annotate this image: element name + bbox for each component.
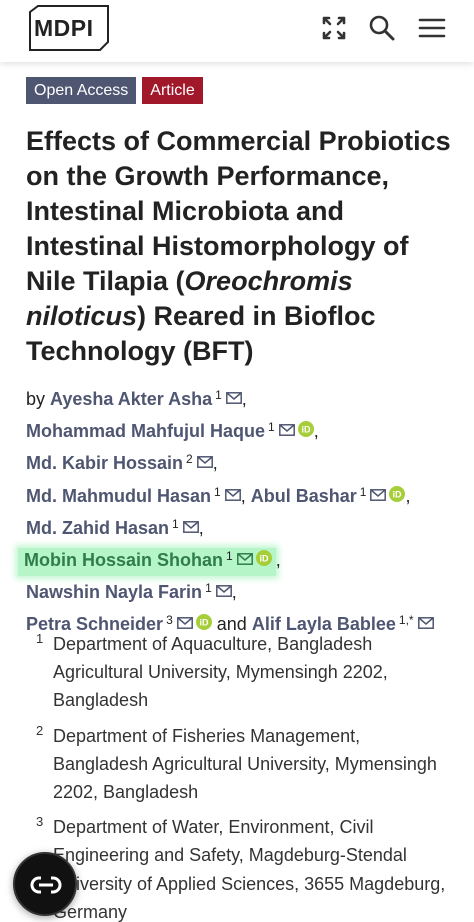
author-affil-sup: 2 (186, 452, 193, 467)
author-affil-sup: 1 (205, 581, 212, 596)
author-link[interactable]: Nawshin Nayla Farin (26, 582, 202, 602)
mdpi-logo[interactable]: MDPI (26, 4, 112, 54)
article-type-badge: Article (142, 77, 203, 104)
svg-text:iD: iD (199, 618, 209, 628)
email-icon[interactable] (370, 481, 387, 501)
orcid-icon[interactable]: iD (389, 482, 406, 502)
menu-icon[interactable] (417, 13, 447, 43)
open-access-badge[interactable]: Open Access (26, 77, 137, 104)
orcid-icon[interactable]: iD (195, 610, 212, 631)
author-affil-sup: 1 (226, 549, 233, 564)
affiliation-text: Department of Fisheries Management, Bang… (53, 725, 437, 803)
affiliation-number: 2 (36, 722, 44, 738)
author-affil-sup: 1 (215, 388, 222, 402)
affiliation-text: Department of Water, Environment, Civil … (53, 817, 446, 922)
search-icon[interactable] (367, 13, 397, 43)
link-icon (30, 876, 62, 894)
author-list: by Ayesha Akter Asha 1, Mohammad Mahfujul… (18, 381, 456, 639)
author-affil-sup: 1 (268, 420, 275, 435)
author-affil-sup: 1 (359, 484, 367, 499)
author-affil-sup: 1,* (398, 613, 414, 628)
email-icon[interactable] (225, 384, 242, 404)
expand-icon[interactable] (319, 13, 349, 43)
email-icon[interactable] (176, 609, 193, 630)
svg-text:iD: iD (301, 425, 311, 435)
article-badges: Open Access Article (26, 77, 203, 104)
email-icon[interactable] (417, 609, 434, 630)
by-label: by (26, 389, 46, 409)
email-icon[interactable] (236, 545, 253, 565)
highlighted-author: Mobin Hossain Shohan 1 iD (18, 545, 276, 577)
email-icon[interactable] (224, 481, 241, 501)
author-affil-sup: 3 (166, 613, 173, 628)
author-affil-sup: 1 (214, 484, 221, 499)
orcid-icon[interactable]: iD (255, 546, 272, 567)
author-link[interactable]: Ayesha Akter Asha (50, 389, 212, 409)
email-icon[interactable] (182, 513, 199, 533)
svg-text:iD: iD (393, 489, 403, 499)
author-affil-sup: 1 (172, 516, 179, 531)
author-link[interactable]: Mobin Hossain Shohan (24, 550, 223, 570)
author-link[interactable]: Md. Zahid Hasan (26, 518, 169, 538)
top-header: MDPI (0, 0, 474, 62)
article-title: Effects of Commercial Probiotics on the … (26, 124, 456, 369)
orcid-icon[interactable]: iD (297, 417, 314, 438)
email-icon[interactable] (215, 577, 232, 598)
affiliation-item: 1 Department of Aquaculture, Bangladesh … (26, 630, 456, 715)
author-link[interactable]: Mohammad Mahfujul Haque (26, 421, 265, 441)
svg-text:iD: iD (259, 554, 269, 564)
email-icon[interactable] (278, 416, 295, 437)
author-link[interactable]: Md. Kabir Hossain (26, 453, 183, 473)
floating-link-button[interactable] (13, 852, 77, 916)
mdpi-logo-text: MDPI (34, 15, 94, 41)
affiliation-item: 2 Department of Fisheries Management, Ba… (26, 722, 456, 807)
affiliation-item: 3 Department of Water, Environment, Civi… (26, 813, 456, 922)
affiliation-text: Department of Aquaculture, Bangladesh Ag… (53, 634, 388, 711)
affiliations-list: 1 Department of Aquaculture, Bangladesh … (26, 630, 456, 922)
author-link[interactable]: Md. Mahmudul Hasan (26, 486, 211, 506)
author-link[interactable]: Abul Bashar (251, 486, 357, 506)
affiliation-number: 1 (36, 631, 44, 646)
email-icon[interactable] (196, 448, 213, 469)
